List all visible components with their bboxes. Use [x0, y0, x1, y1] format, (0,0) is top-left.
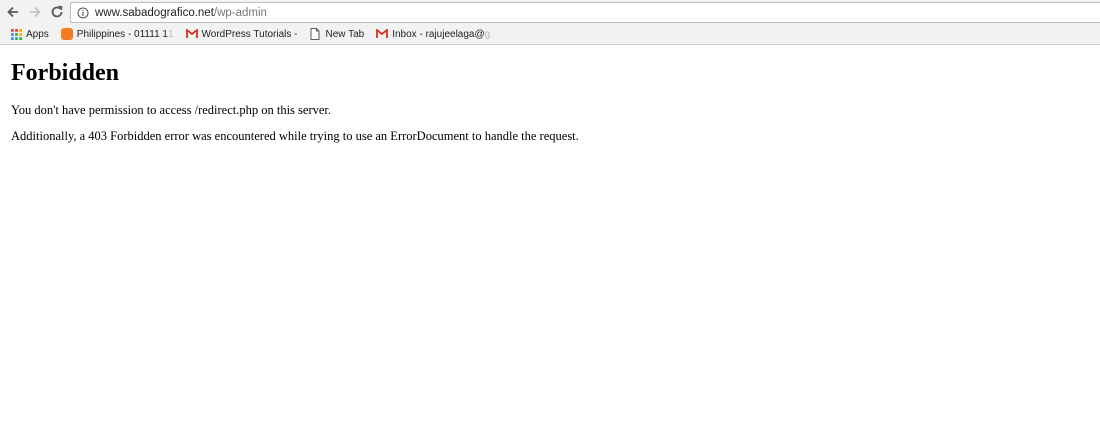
back-arrow-icon	[7, 6, 18, 18]
bookmark-wordpress-tutorials[interactable]: WordPress Tutorials -	[182, 25, 302, 43]
orange-site-icon	[60, 28, 73, 40]
bookmark-inbox[interactable]: Inbox - rajujeelaga@ g	[372, 25, 494, 43]
bookmark-label: Apps	[26, 28, 49, 40]
reload-button[interactable]	[46, 0, 68, 24]
bookmark-label-fade: 1	[167, 28, 174, 40]
info-icon[interactable]	[77, 6, 89, 19]
bookmark-label: WordPress Tutorials -	[201, 28, 298, 40]
reload-icon	[51, 5, 63, 18]
bookmark-label-fade: g	[484, 28, 491, 40]
url-text: www.sabadografico.net/wp-admin	[95, 7, 267, 19]
apps-grid-icon	[10, 28, 22, 40]
forward-arrow-icon	[30, 6, 41, 18]
url-path: /wp-admin	[213, 6, 267, 19]
bookmark-apps[interactable]: Apps	[6, 25, 53, 43]
additional-error-message: Additionally, a 403 Forbidden error was …	[11, 129, 579, 143]
browser-toolbar: www.sabadografico.net/wp-admin	[0, 0, 1100, 24]
bookmark-philippines[interactable]: Philippines - 01111 11	[57, 25, 178, 43]
back-button[interactable]	[2, 0, 24, 24]
url-host: www.sabadografico.net	[95, 6, 214, 19]
error-message: You don't have permission to access /red…	[11, 103, 332, 117]
forward-button[interactable]	[24, 0, 46, 24]
bookmark-label: Inbox - rajujeelaga@	[392, 28, 485, 40]
bookmarks-bar: Apps Philippines - 01111 11 WordPress Tu…	[0, 24, 1100, 45]
bookmark-label: Philippines - 01111 1	[76, 28, 168, 40]
error-page: Forbidden You don't have permission to a…	[11, 58, 1091, 154]
address-bar[interactable]: www.sabadografico.net/wp-admin	[70, 2, 1100, 23]
gmail-icon	[185, 28, 198, 40]
page-icon	[309, 28, 321, 40]
page-title: Forbidden	[11, 60, 120, 86]
gmail-icon	[376, 28, 389, 40]
bookmark-label: New Tab	[325, 28, 365, 40]
bookmark-new-tab[interactable]: New Tab	[305, 25, 368, 43]
